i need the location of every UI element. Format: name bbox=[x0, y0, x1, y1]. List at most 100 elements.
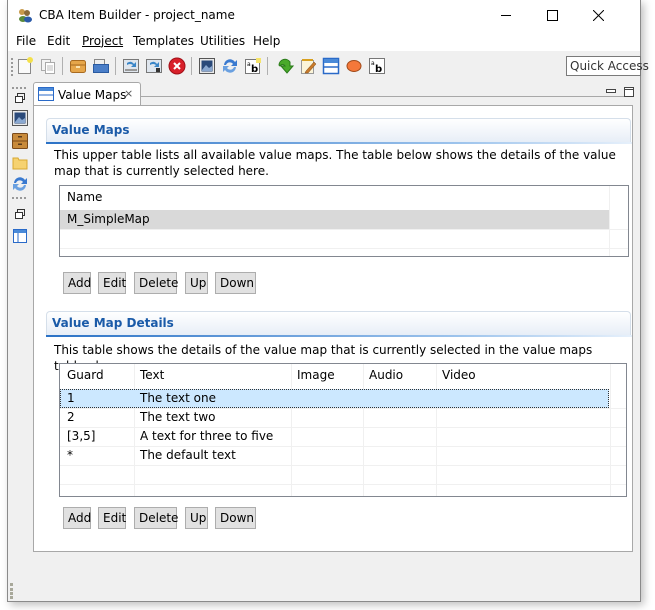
section-underline bbox=[46, 335, 632, 337]
edit-note-icon[interactable] bbox=[299, 57, 317, 75]
status-bar-grip[interactable] bbox=[10, 583, 14, 599]
cell-guard: [3,5] bbox=[67, 429, 96, 443]
toolbar: ab ab Quick Access bbox=[8, 51, 649, 81]
trim-grip[interactable] bbox=[12, 87, 26, 89]
cell-text: The text one bbox=[140, 391, 216, 405]
details-add-button[interactable]: Add bbox=[63, 507, 91, 529]
refresh-icon[interactable] bbox=[221, 57, 239, 75]
value-maps-up-button[interactable]: Up bbox=[185, 272, 208, 294]
table-row[interactable]: * The default text bbox=[60, 446, 626, 465]
details-section-header[interactable]: Value Map Details bbox=[46, 311, 632, 337]
cell-video bbox=[437, 408, 610, 427]
details-table: Guard Text Image Audio Video 1 The text … bbox=[59, 363, 627, 497]
cell-video bbox=[437, 446, 610, 465]
value-map-icon[interactable] bbox=[322, 57, 340, 75]
image-view-icon[interactable] bbox=[12, 110, 28, 126]
row-divider bbox=[60, 465, 626, 466]
cell-image bbox=[292, 446, 363, 465]
ellipse-icon[interactable] bbox=[345, 57, 363, 75]
open-folder-icon[interactable] bbox=[92, 57, 110, 75]
layout-icon[interactable] bbox=[12, 228, 28, 244]
details-edit-button[interactable]: Edit bbox=[98, 507, 126, 529]
details-down-button[interactable]: Down bbox=[215, 507, 256, 529]
app-window: CBA Item Builder - project_name File Edi… bbox=[7, 0, 649, 602]
menu-templates[interactable]: Templates bbox=[133, 34, 194, 48]
row-divider bbox=[60, 484, 626, 485]
cell-image bbox=[292, 408, 363, 427]
copy-icon[interactable] bbox=[39, 57, 57, 75]
cell-audio bbox=[364, 446, 436, 465]
menu-bar: File Edit Project Templates Utilities He… bbox=[8, 31, 640, 51]
table-row[interactable]: 2 The text two bbox=[60, 408, 626, 427]
cell-guard: 2 bbox=[67, 410, 75, 424]
restore-icon[interactable] bbox=[12, 90, 28, 106]
export-icon[interactable] bbox=[145, 57, 163, 75]
menu-edit[interactable]: Edit bbox=[47, 34, 70, 48]
import-icon[interactable] bbox=[122, 57, 140, 75]
editor-body: Value Maps This upper table lists all av… bbox=[33, 105, 633, 552]
cell-guard: 1 bbox=[67, 391, 75, 405]
new-file-icon[interactable] bbox=[16, 57, 34, 75]
column-header-video[interactable]: Video bbox=[437, 366, 610, 385]
cell-video bbox=[437, 389, 609, 408]
text-icon[interactable]: ab bbox=[368, 57, 386, 75]
column-header-audio[interactable]: Audio bbox=[364, 366, 436, 385]
value-maps-description: This upper table lists all available val… bbox=[54, 148, 616, 178]
editor-area: Value Maps ⨯ Value Maps This upper table… bbox=[33, 82, 635, 552]
download-icon[interactable] bbox=[276, 57, 294, 75]
menu-project[interactable]: Project bbox=[82, 34, 123, 48]
toolbar-grip[interactable] bbox=[11, 58, 13, 76]
row-divider bbox=[60, 229, 628, 230]
cell-audio bbox=[364, 389, 436, 408]
maximize-view-icon[interactable] bbox=[623, 86, 635, 98]
close-icon bbox=[592, 10, 604, 21]
table-header: Guard Text Image Audio Video bbox=[60, 366, 626, 385]
menu-help[interactable]: Help bbox=[253, 34, 280, 48]
details-delete-button[interactable]: Delete bbox=[134, 507, 178, 529]
tab-strip-divider bbox=[141, 96, 633, 97]
minimize-button[interactable] bbox=[483, 0, 529, 31]
maximize-button[interactable] bbox=[529, 0, 575, 31]
value-map-icon bbox=[38, 87, 54, 101]
table-row[interactable]: M_SimpleMap bbox=[60, 210, 609, 229]
minimize-view-icon[interactable] bbox=[605, 86, 617, 98]
cell-image bbox=[292, 427, 363, 446]
cell-name: M_SimpleMap bbox=[67, 212, 150, 226]
stop-icon[interactable] bbox=[168, 57, 186, 75]
trim-grip-2[interactable] bbox=[12, 197, 26, 199]
cell-text: A text for three to five bbox=[140, 429, 274, 443]
value-maps-delete-button[interactable]: Delete bbox=[134, 272, 178, 294]
value-maps-add-button[interactable]: Add bbox=[63, 272, 91, 294]
app-logo-icon bbox=[19, 9, 32, 23]
column-header-name[interactable]: Name bbox=[62, 188, 602, 207]
minimize-icon bbox=[500, 15, 511, 16]
table-row[interactable]: 1 The text one bbox=[60, 389, 609, 408]
sync-icon[interactable] bbox=[12, 176, 28, 192]
details-up-button[interactable]: Up bbox=[185, 507, 208, 529]
row-divider bbox=[60, 248, 628, 249]
menu-file[interactable]: File bbox=[16, 34, 36, 48]
archive-icon[interactable] bbox=[69, 57, 87, 75]
image-icon[interactable] bbox=[198, 57, 216, 75]
column-header-image[interactable]: Image bbox=[292, 366, 363, 385]
value-maps-edit-button[interactable]: Edit bbox=[98, 272, 126, 294]
tab-close-icon[interactable]: ⨯ bbox=[124, 87, 133, 100]
toolbar-separator bbox=[62, 57, 63, 75]
quick-access-field[interactable]: Quick Access bbox=[566, 56, 649, 76]
cell-audio bbox=[364, 408, 436, 427]
value-maps-section-header[interactable]: Value Maps bbox=[46, 118, 632, 144]
menu-utilities[interactable]: Utilities bbox=[200, 34, 245, 48]
tab-value-maps[interactable]: Value Maps ⨯ bbox=[33, 82, 141, 106]
table-row[interactable]: [3,5] A text for three to five bbox=[60, 427, 626, 446]
cabinet-icon[interactable] bbox=[12, 133, 28, 149]
svg-text:b: b bbox=[375, 64, 382, 75]
folder-icon[interactable] bbox=[12, 155, 28, 171]
restore-icon-2[interactable] bbox=[12, 206, 28, 222]
value-maps-down-button[interactable]: Down bbox=[215, 272, 256, 294]
text-box-icon[interactable]: ab bbox=[244, 57, 262, 75]
value-maps-table: Name M_SimpleMap bbox=[59, 185, 629, 257]
column-header-guard[interactable]: Guard bbox=[62, 366, 134, 385]
close-button[interactable] bbox=[575, 0, 621, 31]
tab-label: Value Maps bbox=[58, 88, 127, 102]
column-header-text[interactable]: Text bbox=[135, 366, 291, 385]
